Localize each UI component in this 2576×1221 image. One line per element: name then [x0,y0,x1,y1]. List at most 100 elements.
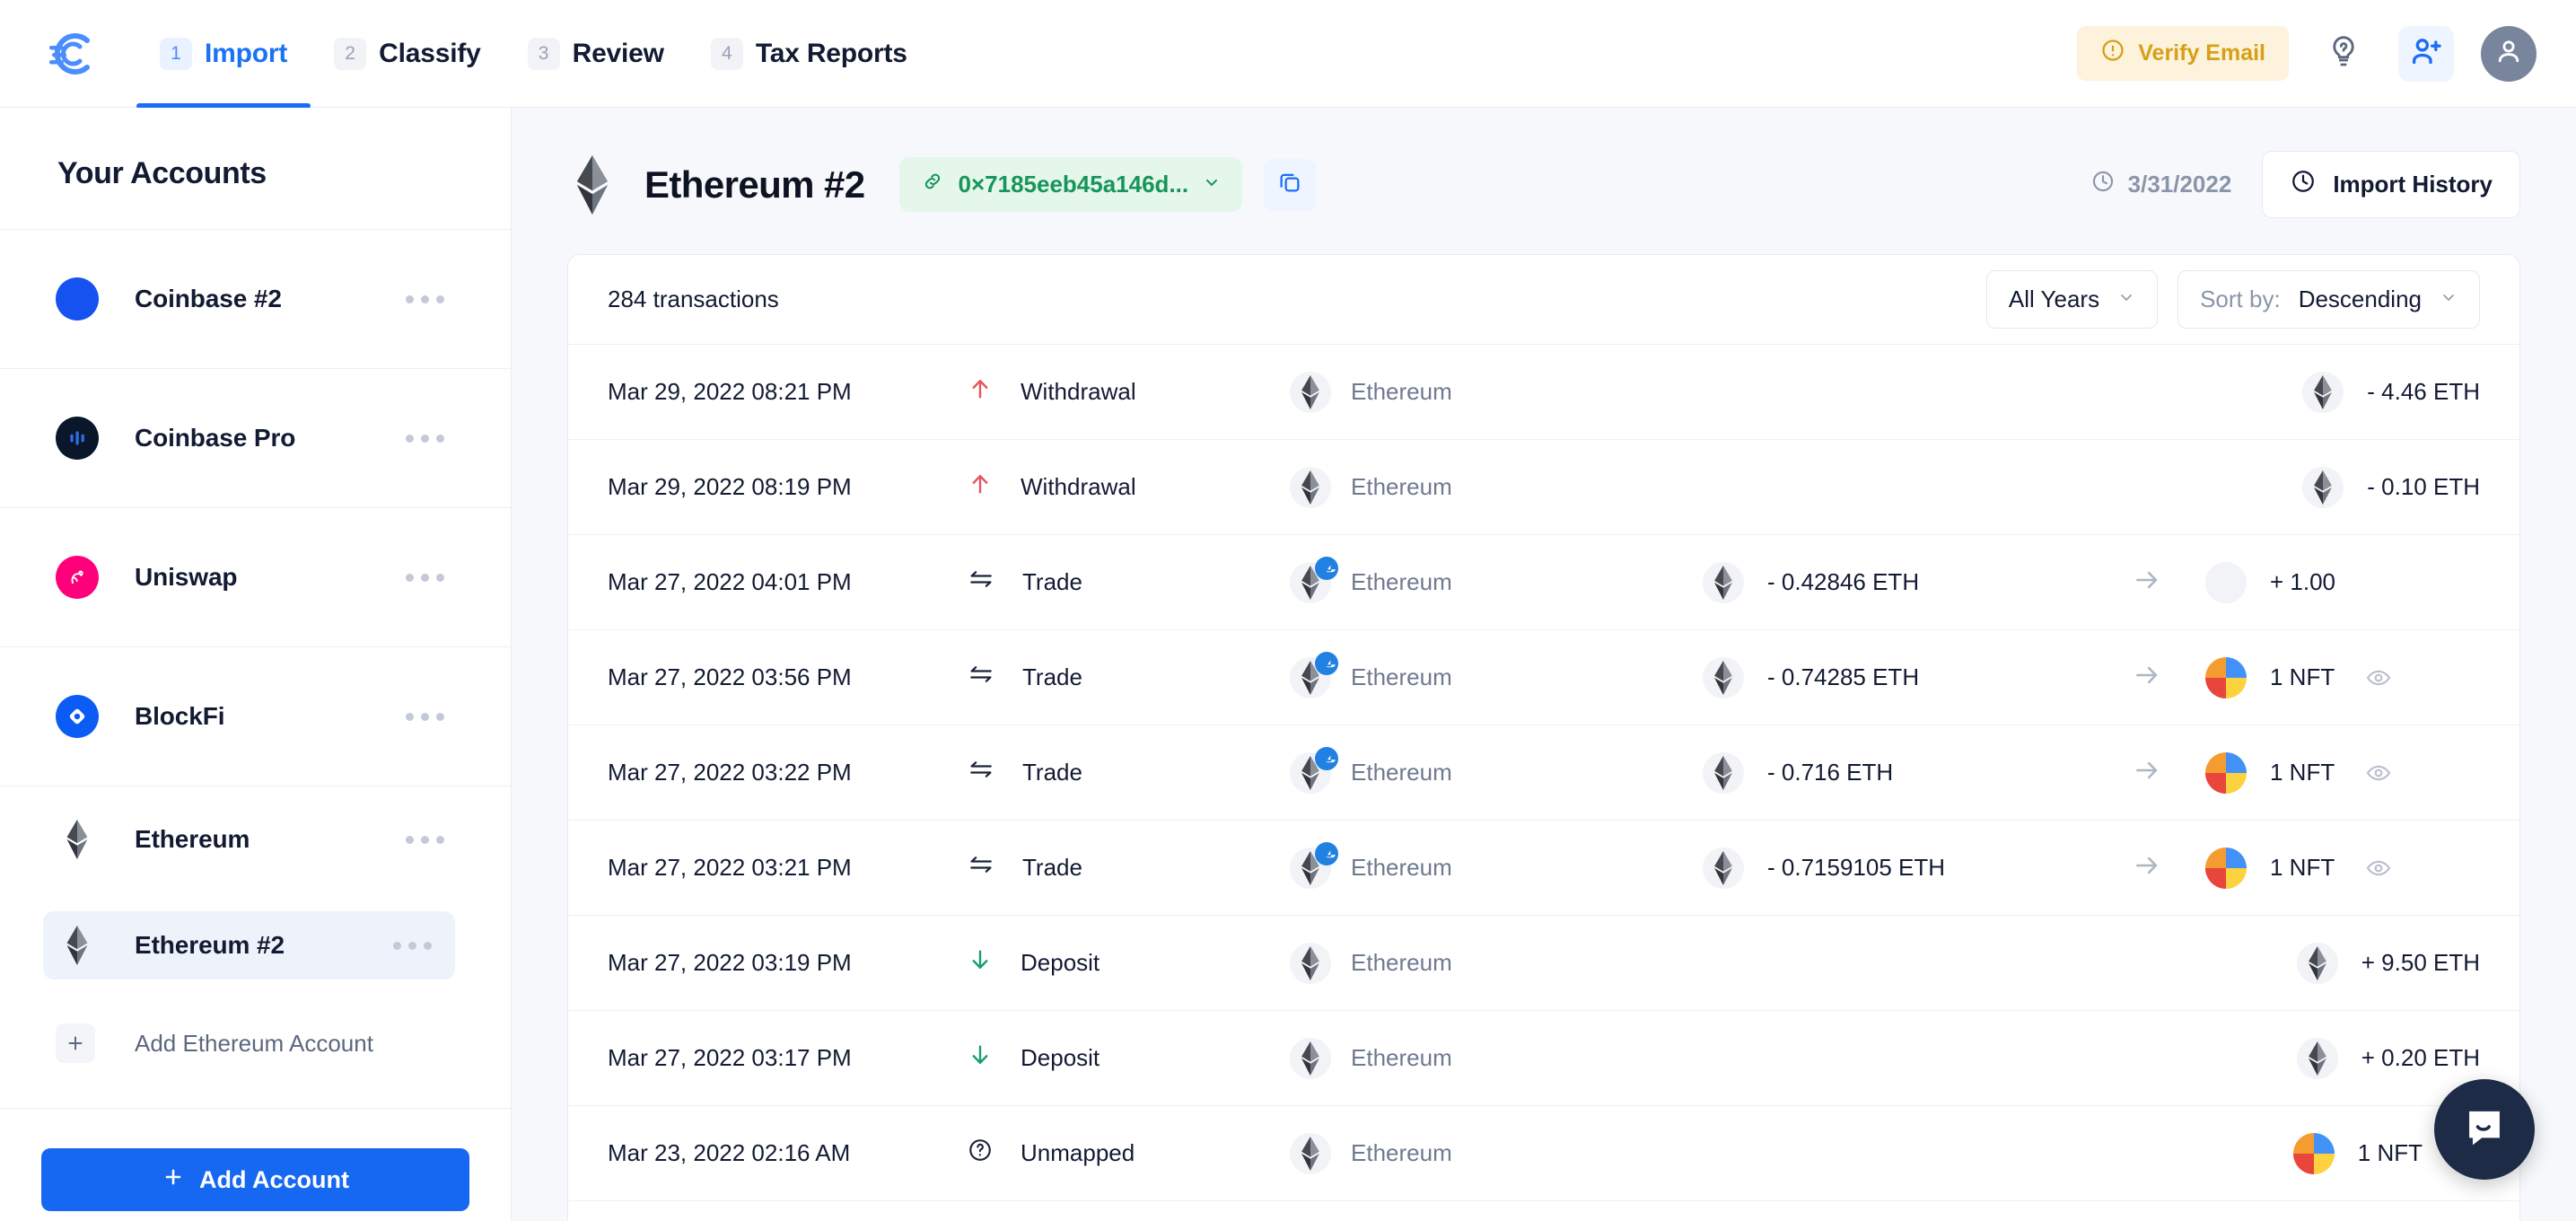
transaction-type: Trade [967,755,1290,790]
cointracker-logo-icon[interactable] [43,26,99,82]
transaction-type-label: Deposit [1021,949,1100,976]
transaction-type: Deposit [967,946,1290,979]
transaction-asset: Ethereum [1290,942,1703,984]
clock-icon [2090,169,2116,200]
sidebar-item-label: Ethereum [135,825,250,853]
plus-icon [56,1023,95,1063]
arrow-up-icon [967,375,994,408]
tab-import[interactable]: 1 Import [136,0,311,109]
sidebar-item-ethereum-2[interactable]: Ethereum #2 [0,892,511,998]
lightbulb-help-icon [2326,33,2361,74]
account-header-actions: 3/31/2022 Import History [2090,151,2520,218]
top-navigation-bar: 1 Import 2 Classify 3 Review 4 Tax Repor… [0,0,2576,109]
transaction-asset-label: Ethereum [1351,854,1452,881]
arrow-up-icon [967,470,994,504]
top-nav-actions: Verify Email [2077,25,2537,82]
transaction-row[interactable]: Mar 29, 2022 08:19 PM Withdrawal Ethereu… [568,440,2519,535]
amount-label: + 0.20 ETH [2361,1044,2480,1071]
ethereum-icon [1703,847,1744,889]
sort-by-select[interactable]: Sort by: Descending [2177,270,2480,329]
trade-direction-arrow [2089,660,2205,695]
tab-tax-reports-label: Tax Reports [755,38,907,68]
transaction-row[interactable]: Mar 27, 2022 03:22 PM Trade Ethereum - 0… [568,725,2519,821]
year-filter-select[interactable]: All Years [1985,270,2159,329]
transaction-type-label: Trade [1022,854,1082,881]
transactions-toolbar: 284 transactions All Years Sort by: Desc… [568,255,2519,345]
view-nft-icon[interactable] [2365,664,2392,691]
transaction-asset-label: Ethereum [1351,759,1452,786]
add-ethereum-account-button[interactable]: Add Ethereum Account [0,998,511,1088]
account-menu-button[interactable] [382,931,442,961]
user-avatar[interactable] [2481,25,2537,82]
ethereum-icon [1290,942,1331,984]
ethereum-icon [2296,1037,2338,1079]
add-account-button[interactable]: Add Account [41,1148,469,1211]
tab-review[interactable]: 3 Review [504,0,688,108]
sidebar-item-coinbase-2[interactable]: Coinbase #2 [0,230,511,368]
help-button[interactable] [2316,26,2371,82]
ethereum-icon [56,924,99,967]
page-title: Ethereum #2 [644,163,865,206]
transaction-type: Trade [967,850,1290,885]
copy-address-button[interactable] [1264,158,1317,211]
account-menu-button[interactable] [395,285,455,314]
arrow-right-icon [2132,660,2162,695]
transactions-list: Mar 29, 2022 08:21 PM Withdrawal Ethereu… [568,345,2519,1221]
sidebar-item-coinbase-pro[interactable]: Coinbase Pro [0,369,511,507]
amount-label: - 0.10 ETH [2367,473,2480,500]
view-nft-icon[interactable] [2365,760,2392,786]
transaction-type-label: Deposit [1021,1044,1100,1071]
transaction-row[interactable]: Mar 27, 2022 04:01 PM Trade Ethereum - 0… [568,535,2519,630]
tab-tax-reports[interactable]: 4 Tax Reports [688,0,931,108]
question-circle-icon [967,1137,994,1170]
nft-collection-icon [2292,1132,2335,1174]
transaction-row[interactable]: Mar 29, 2022 08:21 PM Withdrawal Ethereu… [568,345,2519,440]
transaction-amount-out: - 0.74285 ETH [1703,656,2089,698]
sort-by-value: Descending [2298,285,2422,312]
user-avatar-icon [2493,35,2525,72]
transaction-asset: Ethereum [1290,651,1703,698]
verify-email-button[interactable]: Verify Email [2077,26,2289,81]
ethereum-icon [1290,1132,1331,1174]
transaction-type: Withdrawal [967,375,1290,408]
invite-user-button[interactable] [2398,25,2454,82]
link-icon [921,170,944,199]
ethereum-icon [56,818,99,861]
transaction-row[interactable]: Mar 27, 2022 03:56 PM Trade Ethereum - 0… [568,630,2519,725]
transaction-row[interactable]: Mar 27, 2022 03:17 PM Deposit Ethereum +… [568,1011,2519,1106]
sidebar-item-uniswap[interactable]: Uniswap [0,508,511,646]
arrow-right-icon [2132,850,2162,885]
sidebar-item-blockfi[interactable]: BlockFi [0,647,511,786]
transaction-amount-in: + 1.00 [2205,561,2335,603]
trade-direction-arrow [2089,850,2205,885]
last-sync-date: 3/31/2022 [2090,169,2231,200]
tab-classify[interactable]: 2 Classify [311,0,504,108]
transaction-type: Trade [967,660,1290,695]
account-menu-button[interactable] [395,825,455,855]
account-menu-button[interactable] [395,424,455,453]
transaction-count-label: 284 transactions [608,285,779,312]
ethereum-icon [567,154,618,215]
transaction-asset-label: Ethereum [1351,568,1452,595]
import-history-button[interactable]: Import History [2262,151,2520,218]
tab-classify-number: 2 [334,37,367,70]
intercom-chat-button[interactable] [2434,1079,2535,1180]
transaction-row[interactable]: Mar 27, 2022 03:21 PM Trade Ethereum - 0… [568,821,2519,916]
transaction-row[interactable]: Mar 27, 2022 03:19 PM Deposit Ethereum +… [568,916,2519,1011]
transaction-asset: Ethereum [1290,1132,1703,1174]
account-menu-button[interactable] [395,563,455,593]
sidebar-item-ethereum[interactable]: Ethereum [0,786,511,892]
opensea-icon [1315,746,1338,770]
transaction-date: Mar 27, 2022 03:22 PM [608,759,852,786]
account-group: Uniswap [0,507,511,646]
import-history-label: Import History [2333,171,2493,198]
transaction-asset: Ethereum [1290,371,1703,413]
transaction-amount-in: 1 NFT [2205,847,2392,889]
transaction-amount: + 9.50 ETH [2296,942,2480,984]
chevron-down-icon [2440,288,2458,312]
view-nft-icon[interactable] [2365,855,2392,882]
account-group: Coinbase #2 [0,229,511,368]
wallet-address-dropdown[interactable]: 0×7185eeb45a146d... [898,157,1243,212]
account-menu-button[interactable] [395,702,455,732]
transaction-row[interactable]: Mar 23, 2022 02:16 AM Unmapped Ethereum … [568,1106,2519,1201]
